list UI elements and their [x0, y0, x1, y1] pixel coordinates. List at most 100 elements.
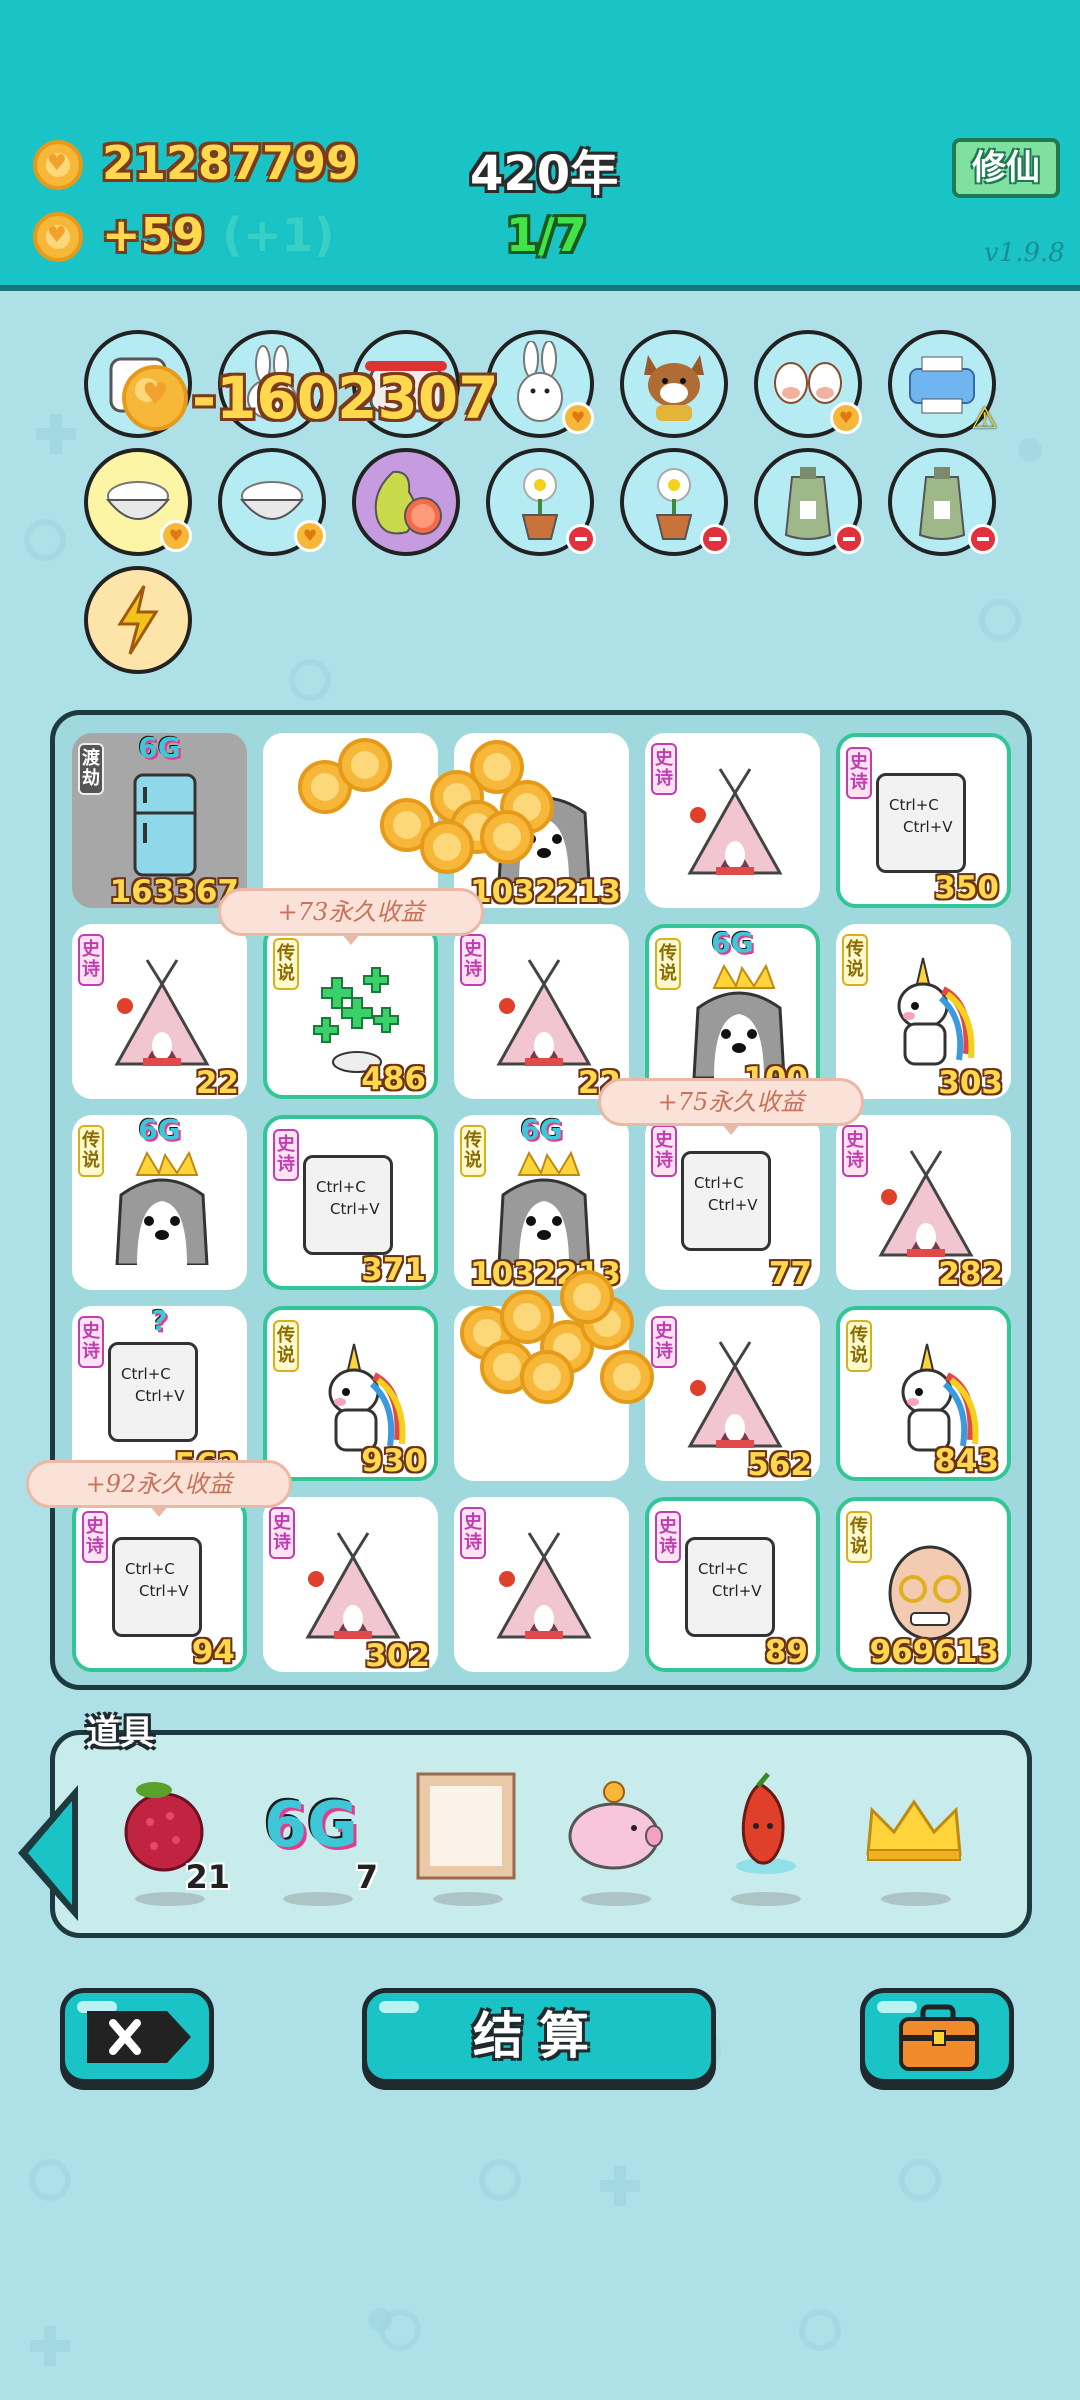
flying-coin-icon	[480, 810, 534, 864]
flower-pot-icon[interactable]	[486, 448, 596, 556]
settle-label: 结算	[473, 2007, 605, 2065]
cell-value: 843	[934, 1443, 999, 1479]
cell-value: 77	[768, 1256, 812, 1292]
board-cell[interactable]: 史诗	[454, 1497, 629, 1672]
board-cell[interactable]: 史诗 Ctrl+C Ctrl+V 350	[836, 733, 1011, 908]
tool-count: 21	[185, 1858, 230, 1896]
6g-icon: 6G	[264, 1788, 359, 1861]
board-cell[interactable]: 史诗 562	[645, 1306, 820, 1483]
board-cell[interactable]: 史诗 Ctrl+C Ctrl+V 89	[645, 1497, 820, 1672]
minus-badge-icon	[968, 524, 998, 554]
minus-badge-icon	[566, 524, 596, 554]
heart-badge-icon: ♥	[830, 402, 862, 434]
board-cell[interactable]: 史诗 282	[836, 1115, 1011, 1292]
husky-icon	[692, 963, 786, 1078]
tool-shadow	[731, 1892, 801, 1906]
sack-icon-2[interactable]	[888, 448, 998, 556]
board-cell[interactable]: 史诗 22	[72, 924, 247, 1101]
flying-coin-icon	[560, 1270, 614, 1324]
cell-value: 371	[361, 1252, 426, 1288]
rarity-tag: 史诗	[846, 747, 872, 799]
flying-coin-icon	[338, 738, 392, 792]
cell-value: 562	[747, 1447, 812, 1483]
backpack-button[interactable]	[860, 1988, 1014, 2084]
dog-icon[interactable]	[620, 330, 728, 438]
clover-effect-icon	[313, 967, 399, 1073]
board-cell[interactable]: 传说 486	[263, 924, 438, 1099]
board-cell[interactable]: 传说 6G	[72, 1113, 247, 1290]
board-cell[interactable]: 渡劫 6G 163367	[72, 731, 247, 910]
cell-top-label: ?	[151, 1304, 168, 1337]
old-man-icon	[888, 1545, 972, 1641]
tool-frame[interactable]	[408, 1770, 528, 1910]
cows-icon[interactable]: ♥	[754, 330, 862, 438]
board-cell[interactable]: 传说 303	[836, 924, 1011, 1101]
briefcase-icon	[899, 2004, 979, 2071]
tent-icon	[496, 959, 592, 1066]
rarity-tag: 传说	[273, 1320, 299, 1372]
frame-icon	[416, 1772, 516, 1880]
cell-value: 22	[195, 1065, 239, 1101]
tool-crown[interactable]	[856, 1770, 976, 1910]
tool-shadow	[581, 1892, 651, 1906]
rarity-tag: 史诗	[82, 1511, 108, 1563]
flying-coin-icon	[520, 1350, 574, 1404]
tools-scroll-left-button[interactable]	[18, 1785, 78, 1921]
lightning-icon[interactable]	[84, 566, 192, 674]
settle-button[interactable]: 结算	[362, 1988, 716, 2084]
tent-icon	[305, 1532, 401, 1639]
cell-top-label: 6G	[520, 1113, 563, 1146]
husky-icon	[115, 1150, 209, 1265]
board-cell[interactable]: 史诗 22	[454, 924, 629, 1101]
minus-badge-icon	[834, 524, 864, 554]
rarity-tag: 史诗	[460, 1507, 486, 1559]
board-cell[interactable]: 传说 6G 1032213	[454, 1113, 629, 1292]
cultivation-button[interactable]: 修仙	[952, 138, 1060, 198]
cell-value: 350	[934, 870, 999, 906]
close-icon	[87, 2011, 191, 2063]
warning-icon: ⚠	[971, 401, 998, 436]
fridge-icon	[133, 773, 197, 877]
board-cell[interactable]: 史诗	[645, 733, 820, 908]
version-label: v1.9.8	[984, 238, 1065, 268]
rarity-tag: 传说	[273, 938, 299, 990]
minus-badge-icon	[700, 524, 730, 554]
copy-paste-card-icon: Ctrl+C Ctrl+V	[876, 762, 991, 873]
grapefruit-icon[interactable]	[352, 448, 460, 556]
printer-icon[interactable]: ⚠	[888, 330, 998, 438]
unicorn-icon	[328, 1343, 406, 1452]
rarity-tag: 史诗	[655, 1511, 681, 1563]
board-cell[interactable]: 史诗 302	[263, 1497, 438, 1674]
tool-chili[interactable]	[706, 1770, 826, 1910]
income-rate: +59	[102, 208, 205, 262]
board-cell[interactable]: 传说 969613	[836, 1497, 1011, 1672]
board-cell[interactable]: 传说 930	[263, 1306, 438, 1481]
sack-icon[interactable]	[754, 448, 864, 556]
cell-top-label: 6G	[138, 731, 181, 764]
rarity-tag: 史诗	[651, 1316, 677, 1368]
rarity-tag: 传说	[846, 1511, 872, 1563]
tool-6g[interactable]: 6G 7	[258, 1770, 378, 1910]
copy-paste-card-icon: Ctrl+C Ctrl+V	[303, 1144, 418, 1255]
tool-piggy-bank[interactable]	[556, 1770, 676, 1910]
rarity-tag: 传说	[842, 934, 868, 986]
copy-paste-card-icon: Ctrl+C Ctrl+V	[685, 1526, 800, 1637]
rice-bowl-icon[interactable]: ♥	[84, 448, 192, 556]
rarity-tag: 史诗	[651, 1125, 677, 1177]
board-cell[interactable]: 史诗?Ctrl+CCtrl+V562	[72, 1304, 247, 1483]
cell-value: 302	[365, 1638, 430, 1674]
board-cell[interactable]: 传说 843	[836, 1306, 1011, 1481]
tent-icon	[687, 1341, 783, 1448]
flower-pot-icon-2[interactable]	[620, 448, 730, 556]
income-bubble-3: +92永久收益	[26, 1460, 292, 1517]
board-cell[interactable]: 史诗 Ctrl+C Ctrl+V 94	[72, 1497, 247, 1672]
board-cell[interactable]: 传说6G100	[645, 924, 820, 1099]
board-cell[interactable]: 史诗 Ctrl+C Ctrl+V 371	[263, 1115, 438, 1290]
coin-total: 21287799	[102, 136, 359, 190]
close-button[interactable]	[60, 1988, 214, 2084]
rarity-tag: 史诗	[651, 743, 677, 795]
board-cell[interactable]: 史诗 Ctrl+C Ctrl+V 77	[645, 1115, 820, 1292]
white-rabbit-icon[interactable]: ♥	[486, 330, 594, 438]
tool-lychee[interactable]: 21	[110, 1770, 230, 1910]
rice-bowl-icon-2[interactable]: ♥	[218, 448, 326, 556]
